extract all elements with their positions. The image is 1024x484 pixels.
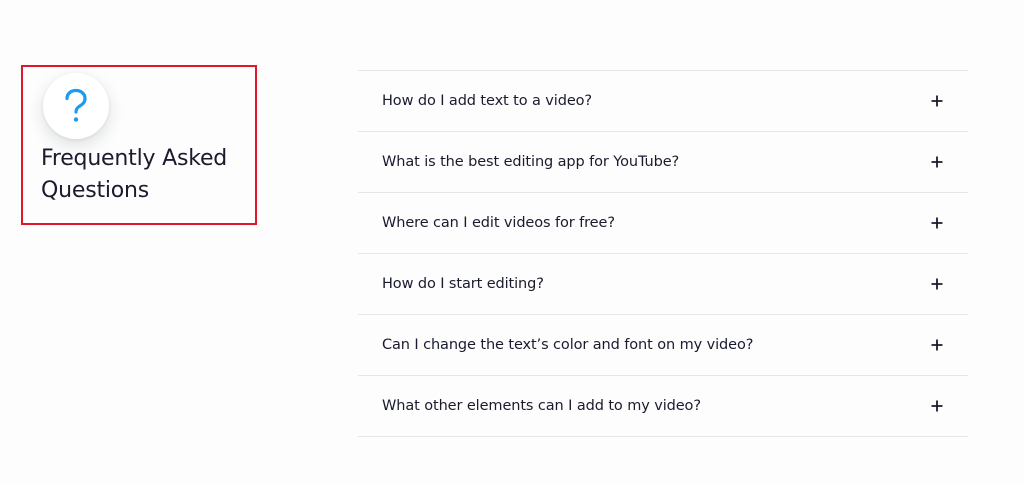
expand-button[interactable] <box>922 208 952 238</box>
expand-button[interactable] <box>922 147 952 177</box>
expand-button[interactable] <box>922 269 952 299</box>
plus-icon <box>931 278 943 290</box>
plus-icon <box>931 217 943 229</box>
plus-icon <box>931 156 943 168</box>
page-title: Frequently Asked Questions <box>41 146 228 203</box>
expand-button[interactable] <box>922 330 952 360</box>
faq-accordion: How do I add text to a video? What is th… <box>358 70 968 437</box>
faq-header-highlight: Frequently Asked Questions <box>21 65 257 225</box>
faq-item[interactable]: What other elements can I add to my vide… <box>358 376 968 437</box>
faq-item[interactable]: Where can I edit videos for free? <box>358 193 968 254</box>
faq-question[interactable]: Can I change the text’s color and font o… <box>358 337 753 353</box>
plus-icon <box>931 339 943 351</box>
faq-question[interactable]: What other elements can I add to my vide… <box>358 398 701 414</box>
faq-question[interactable]: Where can I edit videos for free? <box>358 215 615 231</box>
plus-icon <box>931 95 943 107</box>
faq-section: Frequently Asked Questions How do I add … <box>0 0 1024 484</box>
faq-question[interactable]: How do I start editing? <box>358 276 544 292</box>
faq-item[interactable]: Can I change the text’s color and font o… <box>358 315 968 376</box>
help-badge <box>43 73 109 139</box>
question-mark-icon <box>65 88 87 122</box>
faq-question[interactable]: What is the best editing app for YouTube… <box>358 154 679 170</box>
expand-button[interactable] <box>922 86 952 116</box>
faq-question[interactable]: How do I add text to a video? <box>358 93 592 109</box>
faq-item[interactable]: What is the best editing app for YouTube… <box>358 132 968 193</box>
expand-button[interactable] <box>922 391 952 421</box>
faq-item[interactable]: How do I start editing? <box>358 254 968 315</box>
plus-icon <box>931 400 943 412</box>
faq-item[interactable]: How do I add text to a video? <box>358 71 968 132</box>
